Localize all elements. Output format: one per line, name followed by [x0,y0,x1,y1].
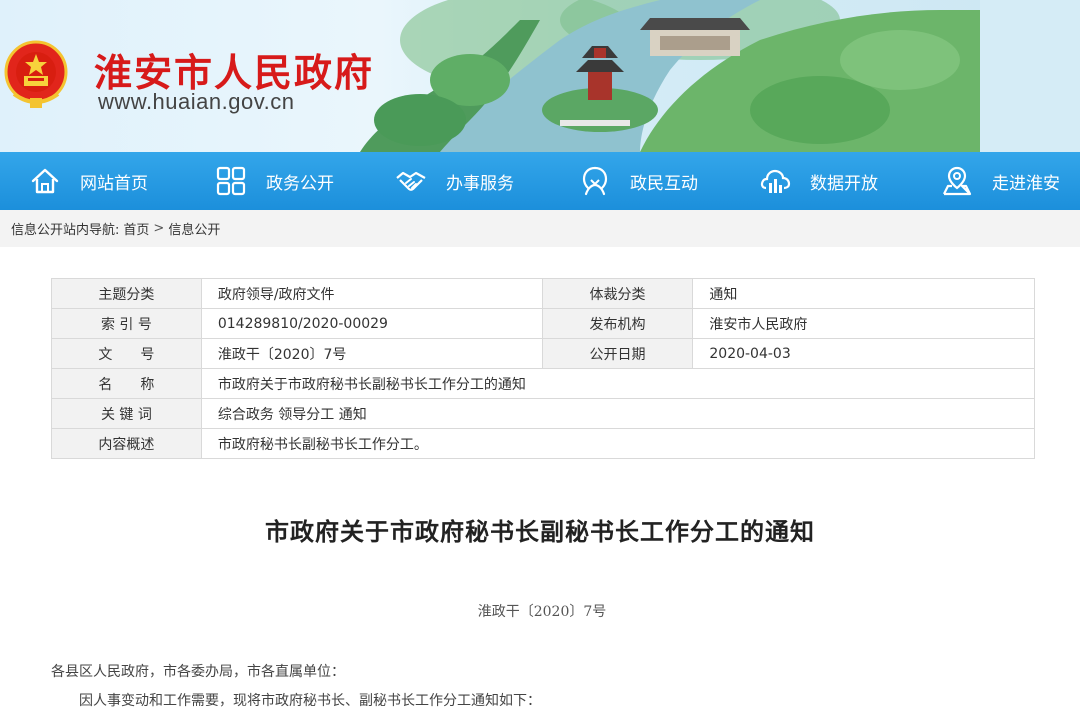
national-emblem-icon [4,40,68,108]
nav-label-about-huaian: 走进淮安 [992,173,1060,194]
nav-label-interaction: 政民互动 [630,173,698,194]
info-key: 发布机构 [541,308,694,339]
info-key: 体裁分类 [541,278,694,309]
info-value: 2020-04-03 [692,338,1035,369]
info-value: 014289810/2020-00029 [200,308,543,339]
site-url: www.huaian.gov.cn [98,89,295,114]
nav-label-services: 办事服务 [446,173,514,194]
info-key: 关 键 词 [51,398,202,429]
info-value: 市政府关于市政府秘书长副秘书长工作分工的通知 [200,368,1036,399]
info-key: 公开日期 [541,338,694,369]
home-icon [31,168,59,194]
article-title: 市政府关于市政府秘书长副秘书长工作分工的通知 [265,517,815,546]
info-row-summary: 内容概述 市政府秘书长副秘书长工作分工。 [51,428,1036,459]
main-nav: 网站首页 政务公开 办事服务 政民互动 数据开放 走进淮安 [0,152,1080,210]
nav-item-gov-affairs[interactable]: 政务公开 [214,152,334,210]
info-value: 淮政干〔2020〕7号 [200,338,543,369]
data-icon [760,169,791,193]
info-key: 内容概述 [51,428,202,459]
nav-label-gov-affairs: 政务公开 [266,173,334,194]
info-value: 市政府秘书长副秘书长工作分工。 [200,428,1036,459]
info-key: 主题分类 [51,278,202,309]
nav-label-open-data: 数据开放 [810,173,878,194]
interaction-icon [582,166,608,196]
info-row-name: 名 称 市政府关于市政府秘书长副秘书长工作分工的通知 [51,368,1036,399]
info-value: 政府领导/政府文件 [200,278,543,309]
nav-item-open-data[interactable]: 数据开放 [758,152,878,210]
handshake-icon [396,171,426,191]
info-value: 通知 [692,278,1035,309]
header-banner: 淮安市人民政府 www.huaian.gov.cn [0,0,1080,152]
breadcrumb: 信息公开站内导航: 首页 > 信息公开 [0,210,1080,247]
breadcrumb-separator: > [153,221,165,236]
nav-label-home: 网站首页 [80,173,148,194]
location-icon [943,166,972,196]
nav-item-about-huaian[interactable]: 走进淮安 [940,152,1060,210]
nav-item-home[interactable]: 网站首页 [28,152,148,210]
article-doc-number: 淮政干〔2020〕7号 [477,604,607,620]
article-paragraph: 各县区人民政府，市各委办局，市各直属单位： [51,664,345,680]
info-row-index: 索 引 号 014289810/2020-00029 发布机构 淮安市人民政府 [51,308,1035,339]
info-key: 索 引 号 [51,308,202,339]
info-value: 综合政务 领导分工 通知 [200,398,1036,429]
info-value: 淮安市人民政府 [692,308,1035,339]
info-key: 名 称 [51,368,202,399]
info-row-docno: 文 号 淮政干〔2020〕7号 公开日期 2020-04-03 [51,338,1035,369]
grid-icon [216,166,246,196]
nav-item-services[interactable]: 办事服务 [394,152,514,210]
breadcrumb-home-link[interactable]: 首页 [123,219,149,238]
breadcrumb-current-link[interactable]: 信息公开 [168,219,220,238]
nav-item-interaction[interactable]: 政民互动 [578,152,698,210]
breadcrumb-prefix: 信息公开站内导航: [11,223,120,238]
article-paragraph: 因人事变动和工作需要，现将市政府秘书长、副秘书长工作分工通知如下： [79,693,541,709]
info-key: 文 号 [51,338,202,369]
info-row-keywords: 关 键 词 综合政务 领导分工 通知 [51,398,1036,429]
info-row-theme: 主题分类 政府领导/政府文件 体裁分类 通知 [51,278,1035,309]
document-info-table: 主题分类 政府领导/政府文件 体裁分类 通知 索 引 号 014289810/2… [51,278,1036,459]
